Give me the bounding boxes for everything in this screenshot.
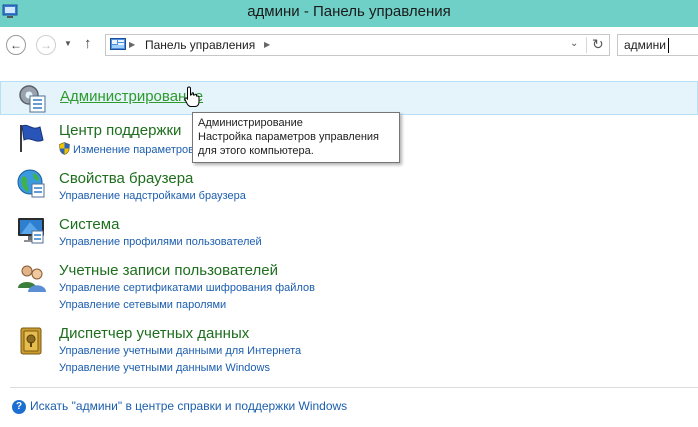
search-input-value: админи xyxy=(624,38,666,52)
result-link[interactable]: Управление профилями пользователей xyxy=(59,236,262,248)
result-link[interactable]: Управление учетными данными для Интернет… xyxy=(59,345,301,357)
text-caret xyxy=(668,38,669,53)
result-heading[interactable]: Свойства браузера xyxy=(59,170,193,187)
address-history-dropdown-icon[interactable]: ⌄ xyxy=(570,38,578,49)
tooltip-title: Администрирование xyxy=(198,117,303,129)
window-title: админи - Панель управления xyxy=(247,3,451,20)
breadcrumb-chevron-icon[interactable]: ▶ xyxy=(264,40,270,49)
result-link-text[interactable]: Изменение параметров xyxy=(73,144,194,156)
result-heading[interactable]: Диспетчер учетных данных xyxy=(59,325,249,342)
navigation-bar: ← → ▼ ↑ ▶ Панель управления ▶ ⌄ ↻ админи xyxy=(0,27,698,63)
breadcrumb-control-panel[interactable]: Панель управления xyxy=(145,38,255,52)
flag-icon xyxy=(20,124,44,152)
admin-tools-icon xyxy=(19,85,46,113)
control-panel-icon xyxy=(110,38,126,50)
title-bar: админи - Панель управления xyxy=(0,0,698,27)
result-link[interactable]: Управление сертификатами шифрования файл… xyxy=(59,282,315,294)
globe-icon xyxy=(17,169,45,198)
result-link[interactable]: Изменение параметров xyxy=(59,142,194,156)
back-button[interactable]: ← xyxy=(6,35,26,55)
arrow-right-icon: → xyxy=(40,38,52,52)
address-divider xyxy=(586,37,587,53)
help-search-link[interactable]: Искать "админи" в центре справки и подде… xyxy=(30,399,347,413)
vault-icon xyxy=(20,327,42,355)
result-link[interactable]: Управление сетевыми паролями xyxy=(59,299,226,311)
result-link[interactable]: Управление надстройками браузера xyxy=(59,190,246,202)
help-icon: ? xyxy=(12,400,26,414)
result-heading[interactable]: Администрирование xyxy=(60,88,203,105)
divider xyxy=(10,387,698,388)
refresh-icon[interactable]: ↻ xyxy=(592,36,604,53)
result-item-browser-properties: Свойства браузера Управление надстройкам… xyxy=(0,168,698,208)
arrow-up-icon: ↑ xyxy=(84,35,92,52)
arrow-left-icon: ← xyxy=(10,38,22,52)
result-item-administration[interactable]: Администрирование xyxy=(0,81,698,115)
computer-icon xyxy=(18,218,44,244)
users-icon xyxy=(18,265,46,292)
tooltip-text-line: Настройка параметров управления xyxy=(198,131,380,143)
up-button[interactable]: ↑ xyxy=(84,35,92,52)
forward-button[interactable]: → xyxy=(36,35,56,55)
search-input[interactable]: админи xyxy=(617,34,698,56)
address-bar[interactable]: ▶ Панель управления ▶ ⌄ ↻ xyxy=(105,34,610,56)
uac-shield-icon xyxy=(59,142,70,155)
tooltip: Администрирование Настройка параметров у… xyxy=(192,112,400,163)
tooltip-text-line: для этого компьютера. xyxy=(198,145,314,157)
hand-cursor-icon xyxy=(184,86,200,107)
breadcrumb-chevron-icon[interactable]: ▶ xyxy=(129,40,135,49)
result-item-system: Система Управление профилями пользовател… xyxy=(0,214,698,254)
result-heading[interactable]: Система xyxy=(59,216,119,233)
result-link[interactable]: Управление учетными данными Windows xyxy=(59,362,270,374)
result-heading[interactable]: Центр поддержки xyxy=(59,122,181,139)
recent-locations-dropdown[interactable]: ▼ xyxy=(64,39,72,48)
result-heading[interactable]: Учетные записи пользователей xyxy=(59,262,278,279)
result-item-credential-manager: Диспетчер учетных данных Управление учет… xyxy=(0,323,698,379)
result-item-user-accounts: Учетные записи пользователей Управление … xyxy=(0,260,698,316)
